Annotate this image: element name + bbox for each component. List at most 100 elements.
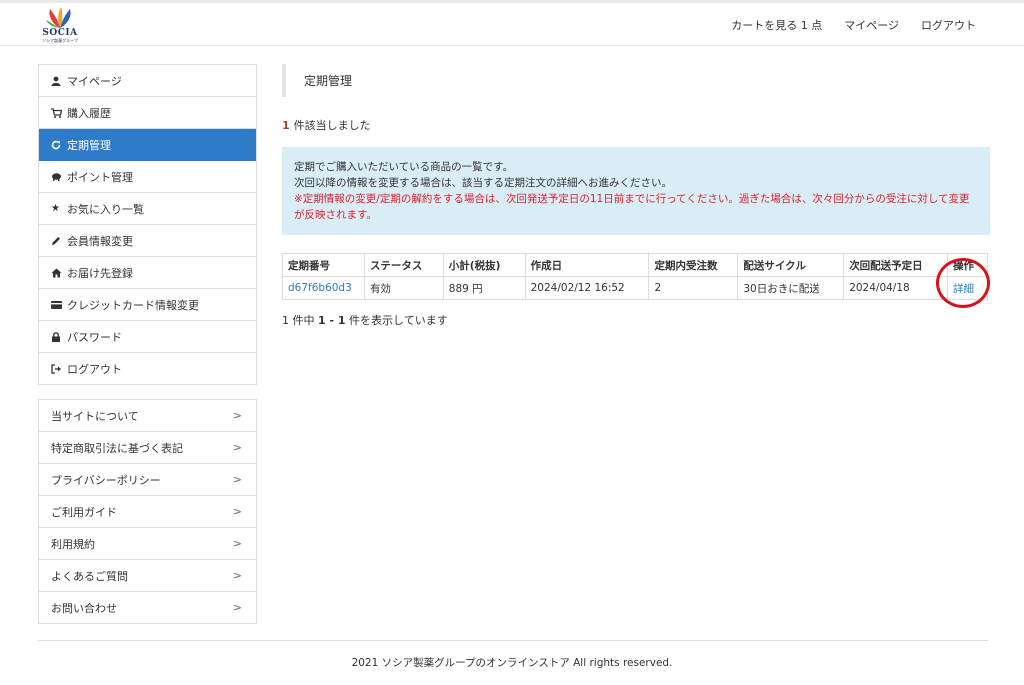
sidebar-item-label: 会員情報変更 (67, 234, 133, 248)
pager-total: 1 (282, 314, 289, 327)
sidebar-link-commerce-law[interactable]: 特定商取引法に基づく表記 > (39, 432, 256, 464)
logout-icon (51, 363, 65, 374)
result-count: 1 件該当しました (282, 117, 990, 133)
logo-text: SOCIA (42, 28, 78, 38)
column-header: ステータス (363, 253, 444, 277)
chevron-right-icon: > (232, 569, 242, 582)
sidebar-item-label: お気に入り一覧 (67, 202, 144, 216)
chevron-right-icon: > (232, 441, 242, 454)
sidebar-link-label: プライバシーポリシー (51, 473, 161, 487)
chevron-right-icon: > (232, 473, 242, 486)
sidebar-item-mypage[interactable]: マイページ (39, 65, 256, 97)
chevron-right-icon: > (232, 601, 242, 614)
sidebar-link-label: よくあるご質問 (51, 569, 128, 583)
sidebar-item-favorites[interactable]: ★ お気に入り一覧 (39, 193, 256, 225)
pager-text: 件中 (289, 314, 318, 327)
logo-mark-icon (46, 7, 71, 28)
column-header: 小計(税抜) (442, 253, 526, 277)
page-title: 定期管理 (282, 64, 990, 97)
info-box: 定期でご購入いただいている商品の一覧です。 次回以降の情報を変更する場合は、該当… (282, 147, 990, 235)
sidebar-item-member-info[interactable]: 会員情報変更 (39, 225, 256, 257)
column-header: 定期番号 (282, 253, 365, 277)
warning-text: ※定期情報の変更/定期の解約をする場合は、次回発送予定日の11日前までに行ってく… (294, 193, 970, 221)
detail-link[interactable]: 詳細 (953, 283, 974, 295)
sidebar-link-terms[interactable]: 利用規約 > (39, 528, 256, 560)
sidebar-item-label: マイページ (67, 74, 122, 88)
sidebar-link-label: ご利用ガイド (51, 505, 117, 519)
column-header: 作成日 (524, 253, 650, 277)
piggy-bank-icon (51, 172, 65, 181)
sidebar-item-label: お届け先登録 (67, 266, 133, 280)
sidebar-link-label: 特定商取引法に基づく表記 (51, 441, 183, 455)
sidebar-item-label: パスワード (67, 330, 122, 344)
info-line: 定期でご購入いただいている商品の一覧です。 (294, 161, 514, 173)
subscription-number-cell: d67f6b60d3 (282, 276, 365, 300)
column-header: 定期内受注数 (648, 253, 739, 277)
chevron-right-icon: > (232, 537, 242, 550)
sidebar-menu: マイページ 購入履歴 定期管理 ポイント管理 ★ お気に入り一覧 会員情報変更 … (38, 64, 257, 385)
pagination-summary: 1 件中 1 - 1 件を表示しています (282, 312, 990, 328)
header-nav: カートを見る 1 点 マイページ ログアウト (731, 17, 976, 33)
header: SOCIA ソシア製薬グループ カートを見る 1 点 マイページ ログアウト (0, 3, 1024, 46)
sidebar-item-delivery-address[interactable]: お届け先登録 (39, 257, 256, 289)
footer-copyright: 2021 ソシア製薬グループのオンラインストア All rights reser… (351, 657, 673, 669)
sidebar-item-subscription[interactable]: 定期管理 (39, 129, 256, 161)
info-line: 次回以降の情報を変更する場合は、該当する定期注文の詳細へお進みください。 (294, 177, 672, 189)
sidebar-link-guide[interactable]: ご利用ガイド > (39, 496, 256, 528)
sidebar-item-label: ログアウト (67, 362, 122, 376)
table-row: d67f6b60d3 有効 889 円 2024/02/12 16:52 2 3… (282, 276, 988, 300)
sidebar-item-label: クレジットカード情報変更 (67, 298, 199, 312)
chevron-right-icon: > (232, 505, 242, 518)
table-header-row: 定期番号 ステータス 小計(税抜) 作成日 定期内受注数 配送サイクル 次回配送… (282, 253, 988, 277)
sidebar-item-label: ポイント管理 (67, 170, 133, 184)
chevron-right-icon: > (232, 409, 242, 422)
subscription-number-link[interactable]: d67f6b60d3 (288, 282, 352, 294)
logo-subtext: ソシア製薬グループ (42, 38, 78, 43)
pager-dash: - (325, 314, 338, 327)
mypage-link[interactable]: マイページ (844, 17, 899, 33)
created-date-cell: 2024/02/12 16:52 (524, 276, 650, 300)
column-header: 操作 (947, 253, 988, 277)
sidebar-link-contact[interactable]: お問い合わせ > (39, 592, 256, 624)
credit-card-icon (51, 300, 65, 309)
home-icon (51, 268, 65, 278)
column-header: 配送サイクル (737, 253, 845, 277)
subscription-table: 定期番号 ステータス 小計(税抜) 作成日 定期内受注数 配送サイクル 次回配送… (282, 253, 988, 300)
pager-text: 件を表示しています (345, 314, 448, 327)
delivery-cycle-cell: 30日おきに配送 (737, 276, 845, 300)
logout-link[interactable]: ログアウト (921, 17, 976, 33)
sidebar-item-credit-card[interactable]: クレジットカード情報変更 (39, 289, 256, 321)
status-cell: 有効 (363, 276, 444, 300)
result-count-number: 1 (282, 119, 290, 132)
sidebar-link-privacy[interactable]: プライバシーポリシー > (39, 464, 256, 496)
cart-link[interactable]: カートを見る 1 点 (731, 17, 822, 33)
sidebar-item-points[interactable]: ポイント管理 (39, 161, 256, 193)
sidebar-item-logout[interactable]: ログアウト (39, 353, 256, 385)
sidebar-item-label: 購入履歴 (67, 106, 111, 120)
sidebar-links: 当サイトについて > 特定商取引法に基づく表記 > プライバシーポリシー > ご… (38, 399, 257, 624)
refresh-icon (51, 140, 65, 150)
person-icon (51, 76, 65, 86)
cart-icon (51, 107, 65, 118)
sidebar-item-label: 定期管理 (67, 138, 111, 152)
sidebar-link-faq[interactable]: よくあるご質問 > (39, 560, 256, 592)
sidebar-link-label: 利用規約 (51, 537, 95, 551)
footer-divider (38, 640, 988, 641)
sidebar-link-label: お問い合わせ (51, 601, 117, 615)
pager-from: 1 (318, 314, 326, 327)
order-count-cell: 2 (648, 276, 739, 300)
star-icon: ★ (51, 203, 60, 214)
pencil-icon (51, 236, 65, 246)
subtotal-cell: 889 円 (442, 276, 526, 300)
sidebar-item-purchase-history[interactable]: 購入履歴 (39, 97, 256, 129)
lock-icon (51, 331, 65, 342)
sidebar-link-label: 当サイトについて (51, 409, 139, 423)
column-header: 次回配送予定日 (843, 253, 949, 277)
site-logo[interactable]: SOCIA ソシア製薬グループ (38, 6, 82, 46)
next-delivery-cell: 2024/04/18 (843, 276, 949, 300)
pager-to: 1 (337, 314, 346, 327)
main-content: 定期管理 1 件該当しました 定期でご購入いただいている商品の一覧です。 次回以降… (282, 64, 990, 328)
sidebar-link-about[interactable]: 当サイトについて > (39, 400, 256, 432)
action-cell: 詳細 (947, 276, 988, 300)
sidebar-item-password[interactable]: パスワード (39, 321, 256, 353)
